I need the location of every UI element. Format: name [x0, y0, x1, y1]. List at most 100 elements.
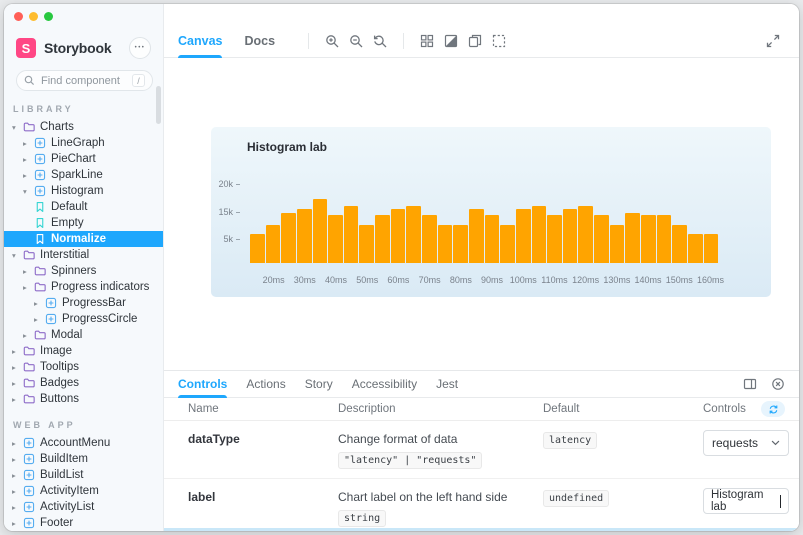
- folder-icon: [34, 329, 46, 341]
- sidebar-item-image[interactable]: ▸ Image: [4, 343, 163, 359]
- sync-icon: [769, 404, 777, 414]
- chevron-right-icon[interactable]: ▸: [23, 139, 34, 148]
- background-toggle-icon[interactable]: [444, 34, 458, 48]
- x-axis-tick: 100ms: [509, 275, 537, 285]
- fullscreen-icon[interactable]: [766, 34, 780, 48]
- sidebar-item-tooltips[interactable]: ▸ Tooltips: [4, 359, 163, 375]
- folder-icon: [23, 249, 35, 261]
- sidebar-item-progressbar[interactable]: ▸ ProgressBar: [4, 295, 163, 311]
- chevron-right-icon[interactable]: ▸: [12, 395, 23, 404]
- controls-table: Name Description Default Controls dataTy…: [164, 398, 799, 531]
- histogram-bar: [703, 234, 719, 263]
- x-axis-tick: 30ms: [293, 275, 316, 285]
- histogram-bar: [625, 213, 641, 263]
- panel-position-icon[interactable]: [743, 377, 757, 391]
- chevron-right-icon[interactable]: ▸: [12, 379, 23, 388]
- addon-tab-bar: Controls Actions Story Accessibility Jes…: [164, 371, 799, 398]
- item-label: Image: [40, 345, 72, 357]
- sidebar-item-spinners[interactable]: ▸ Spinners: [4, 263, 163, 279]
- zoom-in-icon[interactable]: [325, 34, 339, 48]
- reset-controls-button[interactable]: [761, 401, 785, 417]
- sidebar-item-normalize-selected[interactable]: Normalize: [4, 231, 163, 247]
- sidebar-item-linegraph[interactable]: ▸ LineGraph: [4, 135, 163, 151]
- chevron-right-icon[interactable]: ▸: [12, 471, 23, 480]
- sidebar-item-footer[interactable]: ▸ Footer: [4, 515, 163, 531]
- sidebar-item-empty[interactable]: Empty: [4, 215, 163, 231]
- chevron-down-icon[interactable]: ▾: [12, 123, 23, 132]
- histogram-bar: [250, 234, 265, 263]
- chevron-right-icon[interactable]: ▸: [12, 455, 23, 464]
- chevron-right-icon[interactable]: ▸: [12, 347, 23, 356]
- chevron-right-icon[interactable]: ▸: [12, 439, 23, 448]
- sidebar-item-activityitem[interactable]: ▸ ActivityItem: [4, 483, 163, 499]
- histogram-bar: [296, 209, 312, 263]
- zoom-window-button[interactable]: [44, 12, 53, 21]
- sidebar-item-piechart[interactable]: ▸ PieChart: [4, 151, 163, 167]
- sidebar-item-sparkline[interactable]: ▸ SparkLine: [4, 167, 163, 183]
- tab-canvas[interactable]: Canvas: [178, 25, 223, 58]
- sidebar-item-accountmenu[interactable]: ▸ AccountMenu: [4, 435, 163, 451]
- tab-actions[interactable]: Actions: [246, 371, 285, 398]
- sidebar-item-default[interactable]: Default: [4, 199, 163, 215]
- sidebar-item-builditem[interactable]: ▸ BuildItem: [4, 451, 163, 467]
- folder-icon: [23, 121, 35, 133]
- chevron-right-icon[interactable]: ▸: [12, 519, 23, 528]
- chevron-right-icon[interactable]: ▸: [12, 487, 23, 496]
- tab-accessibility[interactable]: Accessibility: [352, 371, 417, 398]
- chevron-right-icon[interactable]: ▸: [23, 283, 34, 292]
- datatype-select[interactable]: requests: [703, 430, 789, 456]
- column-header-default: Default: [543, 403, 580, 415]
- chevron-right-icon[interactable]: ▸: [34, 315, 45, 324]
- sidebar-item-badges[interactable]: ▸ Badges: [4, 375, 163, 391]
- histogram-bar: [531, 206, 547, 263]
- chevron-right-icon[interactable]: ▸: [23, 331, 34, 340]
- overflow-menu-button[interactable]: •••: [129, 37, 151, 59]
- tab-jest[interactable]: Jest: [436, 371, 458, 398]
- minimize-window-button[interactable]: [29, 12, 38, 21]
- chevron-right-icon[interactable]: ▸: [12, 363, 23, 372]
- arg-description: Chart label on the left hand side: [338, 490, 508, 504]
- select-value: requests: [712, 436, 759, 450]
- histogram-bar: [484, 215, 500, 263]
- sidebar-item-modal[interactable]: ▸ Modal: [4, 327, 163, 343]
- sidebar-scrollbar-thumb[interactable]: [156, 86, 161, 124]
- viewport-icon[interactable]: [468, 34, 482, 48]
- chevron-right-icon[interactable]: ▸: [34, 299, 45, 308]
- zoom-reset-icon[interactable]: [373, 34, 387, 48]
- sidebar-item-buildlist[interactable]: ▸ BuildList: [4, 467, 163, 483]
- arg-type-chip: string: [338, 510, 387, 527]
- sidebar-item-progresscircle[interactable]: ▸ ProgressCircle: [4, 311, 163, 327]
- item-label: PieChart: [51, 153, 96, 165]
- search-input[interactable]: [41, 74, 132, 87]
- folder-icon: [23, 345, 35, 357]
- histogram-bar: [515, 209, 531, 263]
- grid-toggle-icon[interactable]: [420, 34, 434, 48]
- sidebar-item-interstitial[interactable]: ▾ Interstitial: [4, 247, 163, 263]
- sidebar-item-activitylist[interactable]: ▸ ActivityList: [4, 499, 163, 515]
- close-window-button[interactable]: [14, 12, 23, 21]
- chevron-down-icon[interactable]: ▾: [23, 187, 34, 196]
- tab-story[interactable]: Story: [305, 371, 333, 398]
- item-label: Tooltips: [40, 361, 79, 373]
- outline-toggle-icon[interactable]: [492, 34, 506, 48]
- sidebar-item-histogram[interactable]: ▾ Histogram: [4, 183, 163, 199]
- search-box[interactable]: /: [16, 70, 153, 91]
- label-text-input[interactable]: Histogram lab: [703, 488, 789, 514]
- chevron-down-icon[interactable]: ▾: [12, 251, 23, 260]
- sidebar-item-buttons[interactable]: ▸ Buttons: [4, 391, 163, 407]
- folder-icon: [23, 377, 35, 389]
- sidebar-item-charts[interactable]: ▾ Charts: [4, 119, 163, 135]
- zoom-out-icon[interactable]: [349, 34, 363, 48]
- chevron-right-icon[interactable]: ▸: [12, 503, 23, 512]
- chevron-right-icon[interactable]: ▸: [23, 171, 34, 180]
- sidebar-item-progress-indicators[interactable]: ▸ Progress indicators: [4, 279, 163, 295]
- item-label: Normalize: [51, 233, 106, 245]
- chevron-right-icon[interactable]: ▸: [23, 267, 34, 276]
- tab-docs[interactable]: Docs: [244, 25, 275, 58]
- tab-controls[interactable]: Controls: [178, 371, 228, 398]
- x-axis-tick: 140ms: [634, 275, 662, 285]
- histogram-bar: [656, 215, 672, 263]
- close-panel-icon[interactable]: [771, 377, 785, 391]
- chevron-right-icon[interactable]: ▸: [23, 155, 34, 164]
- histogram-bar: [453, 225, 468, 263]
